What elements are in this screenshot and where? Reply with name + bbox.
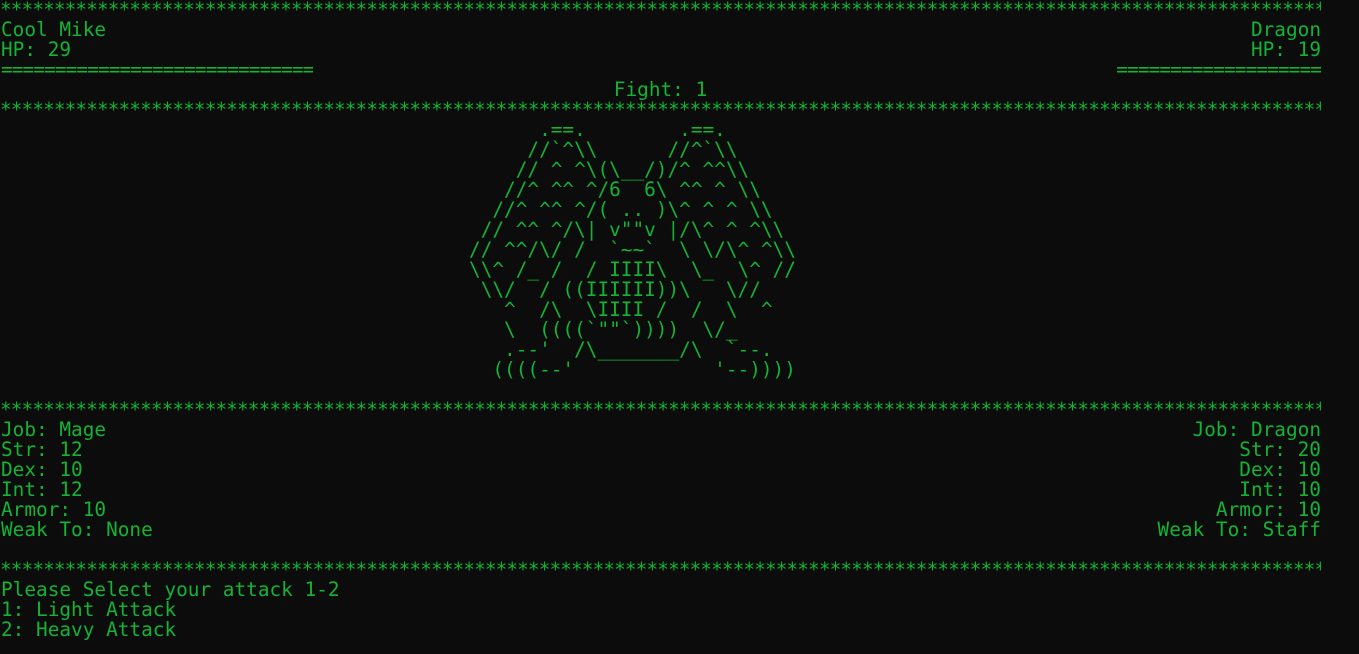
enemy-name: Dragon <box>1250 20 1321 40</box>
player-armor: Armor: 10 <box>1 500 107 520</box>
enemy-armor: Armor: 10 <box>1215 500 1321 520</box>
fight-counter: Fight: 1 <box>613 80 708 100</box>
dex-row: Dex: 10 Dex: 10 <box>0 460 1321 480</box>
player-hp: HP: 29 <box>1 40 72 60</box>
enemy-health-bar: =================== <box>1116 60 1321 80</box>
hp-row: HP: 29 HP: 19 <box>0 40 1321 60</box>
enemy-hp: HP: 19 <box>1250 40 1321 60</box>
attack-prompt: Please Select your attack 1-2 <box>0 580 1321 600</box>
light-attack-option[interactable]: 1: Light Attack <box>1 600 176 620</box>
player-job: Job: Mage <box>1 420 107 440</box>
heavy-attack-option[interactable]: 2: Heavy Attack <box>1 620 176 640</box>
weakness-row: Weak To: None Weak To: Staff <box>0 520 1321 540</box>
separator-line: ****************************************… <box>0 560 1321 580</box>
player-int: Int: 12 <box>1 480 83 500</box>
player-weakness: Weak To: None <box>1 520 153 540</box>
armor-row: Armor: 10 Armor: 10 <box>0 500 1321 520</box>
enemy-weakness: Weak To: Staff <box>1157 520 1321 540</box>
name-row: Cool Mike Dragon <box>0 20 1321 40</box>
dragon-ascii-art: .==. .==. //`^\\ //^`\\ // ^ ^\(\__/)/^ … <box>469 118 796 381</box>
player-health-bar: ============================= <box>1 60 314 80</box>
player-str: Str: 12 <box>1 440 83 460</box>
fight-row: Fight: 1 <box>0 80 1321 100</box>
health-bar-row: ============================= ==========… <box>0 60 1321 80</box>
enemy-job: Job: Dragon <box>1192 420 1321 440</box>
str-row: Str: 12 Str: 20 <box>0 440 1321 460</box>
separator-line: ****************************************… <box>0 0 1321 20</box>
enemy-dex: Dex: 10 <box>1239 460 1321 480</box>
job-row: Job: Mage Job: Dragon <box>0 420 1321 440</box>
attack-option-heavy[interactable]: 2: Heavy Attack <box>0 620 1321 640</box>
separator-line: ****************************************… <box>0 100 1321 120</box>
player-dex: Dex: 10 <box>1 460 83 480</box>
int-row: Int: 12 Int: 10 <box>0 480 1321 500</box>
player-name: Cool Mike <box>1 20 107 40</box>
console-window[interactable]: ****************************************… <box>0 0 1359 654</box>
enemy-str: Str: 20 <box>1239 440 1321 460</box>
attack-prompt-text: Please Select your attack 1-2 <box>1 580 340 600</box>
enemy-int: Int: 10 <box>1239 480 1321 500</box>
separator-line: ****************************************… <box>0 400 1321 420</box>
attack-option-light[interactable]: 1: Light Attack <box>0 600 1321 620</box>
